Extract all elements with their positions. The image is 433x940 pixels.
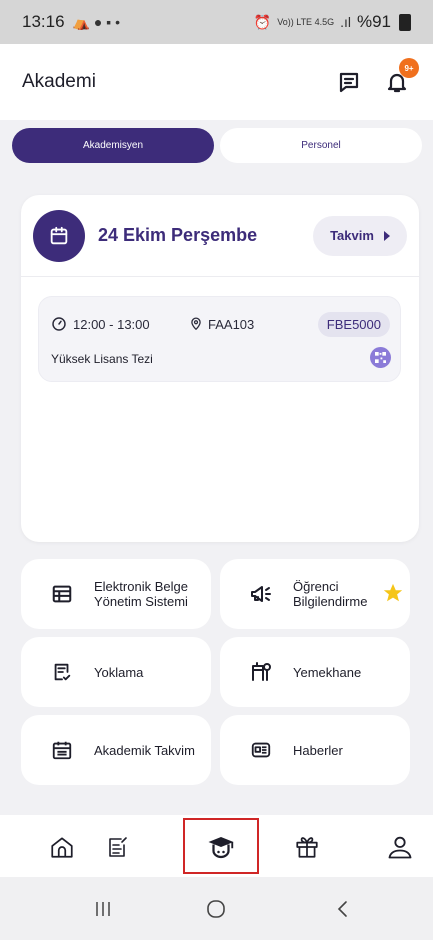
role-tabs: Akademisyen Personel [12, 128, 422, 163]
tile-news[interactable]: Haberler [220, 715, 410, 785]
favorite-star-icon[interactable] [382, 582, 404, 609]
qr-code-button[interactable] [370, 347, 391, 368]
status-right: ⏰ Vo)) LTE 4.5G .ıl %91 [254, 12, 411, 32]
tile-electronic-document-system[interactable]: Elektronik Belge Yönetim Sistemi [21, 559, 211, 629]
schedule-card-header: 24 Ekim Perşembe Takvim [21, 195, 419, 277]
back-chevron-icon [337, 901, 347, 917]
battery-percent: %91 [356, 12, 391, 31]
nav-gifts[interactable] [290, 830, 324, 864]
notifications-button[interactable]: 9+ [383, 58, 419, 96]
calendar-button[interactable]: Takvim [313, 215, 407, 256]
calendar-badge [33, 209, 85, 262]
home-icon [51, 837, 73, 858]
tile-label-line2: Bilgilendirme [293, 594, 368, 609]
gift-icon [296, 837, 318, 858]
calendar-icon [50, 226, 68, 244]
tile-student-information[interactable]: Öğrenci Bilgilendirme [220, 559, 410, 629]
status-bar: 13:16 ⛺ ● ▪ • ⏰ Vo)) LTE 4.5G .ıl %91 [0, 0, 433, 44]
tab-personel[interactable]: Personel [220, 128, 422, 163]
status-time: 13:16 [22, 12, 65, 31]
home-system-button[interactable] [201, 894, 231, 924]
qr-code-icon [375, 352, 386, 363]
edit-document-icon [109, 837, 127, 857]
notification-badge: 9+ [399, 58, 419, 78]
tile-label: Yemekhane [293, 664, 362, 680]
schedule-card: 24 Ekim Perşembe Takvim 12:00 - 13:00 FA… [21, 195, 419, 542]
nav-academy[interactable] [204, 830, 238, 864]
tile-attendance[interactable]: Yoklama [21, 637, 211, 707]
news-icon [248, 737, 274, 763]
messages-button[interactable] [335, 68, 363, 96]
status-left: 13:16 ⛺ ● ▪ • [22, 12, 120, 32]
class-item-meta: 12:00 - 13:00 FAA103 FBE5000 [51, 311, 390, 337]
class-room: FAA103 [189, 317, 318, 332]
class-code-badge: FBE5000 [317, 311, 390, 337]
alarm-icon: ⏰ [253, 13, 272, 30]
tab-akademisyen[interactable]: Akademisyen [12, 128, 214, 163]
bottom-navigation [0, 815, 433, 877]
tile-academic-calendar[interactable]: Akademik Takvim [21, 715, 211, 785]
circle-home-icon [207, 900, 225, 918]
calendar-grid-icon [49, 737, 75, 763]
battery-icon [399, 13, 411, 31]
restaurant-icon [248, 659, 274, 685]
megaphone-icon [248, 581, 274, 607]
chevron-right-icon [383, 230, 390, 241]
class-time: 12:00 - 13:00 [51, 316, 189, 332]
message-icon [339, 72, 359, 93]
signal-icon: .ıl [340, 14, 351, 30]
tile-label: Yoklama [94, 664, 144, 680]
page-title: Akademi [22, 71, 96, 92]
network-label: Vo)) LTE 4.5G [277, 17, 335, 27]
recent-apps-button[interactable] [88, 894, 118, 924]
class-time-text: 12:00 - 13:00 [73, 316, 150, 332]
graduate-icon [208, 837, 234, 859]
nav-profile[interactable] [383, 830, 417, 864]
app-notification-icons: ⛺ ● ▪ • [72, 13, 120, 30]
tile-label: Haberler [293, 742, 343, 758]
checklist-icon [49, 659, 75, 685]
table-icon [49, 581, 75, 607]
location-pin-icon [191, 317, 201, 330]
nav-documents[interactable] [101, 830, 135, 864]
app-header: Akademi 9+ [0, 44, 433, 120]
tile-label-line1: Elektronik Belge [94, 579, 188, 594]
class-title: Yüksek Lisans Tezi [51, 352, 153, 366]
class-item[interactable]: 12:00 - 13:00 FAA103 FBE5000 Yüksek Lisa… [38, 296, 401, 382]
nav-home[interactable] [45, 830, 79, 864]
class-room-text: FAA103 [208, 316, 255, 332]
back-button[interactable] [328, 894, 358, 924]
profile-icon [388, 836, 412, 859]
clock-icon [52, 317, 66, 331]
tile-label: Elektronik Belge Yönetim Sistemi [94, 579, 188, 609]
header-actions: 9+ [335, 58, 419, 96]
tile-cafeteria[interactable]: Yemekhane [220, 637, 410, 707]
tile-label-line1: Öğrenci [293, 579, 339, 594]
schedule-date: 24 Ekim Perşembe [98, 225, 258, 245]
tile-label-line2: Yönetim Sistemi [94, 594, 188, 609]
tile-label: Öğrenci Bilgilendirme [293, 579, 367, 609]
system-navigation-bar [0, 877, 433, 940]
tile-label: Akademik Takvim [94, 742, 195, 758]
calendar-button-label: Takvim [330, 228, 374, 243]
recent-apps-icon [96, 902, 110, 916]
